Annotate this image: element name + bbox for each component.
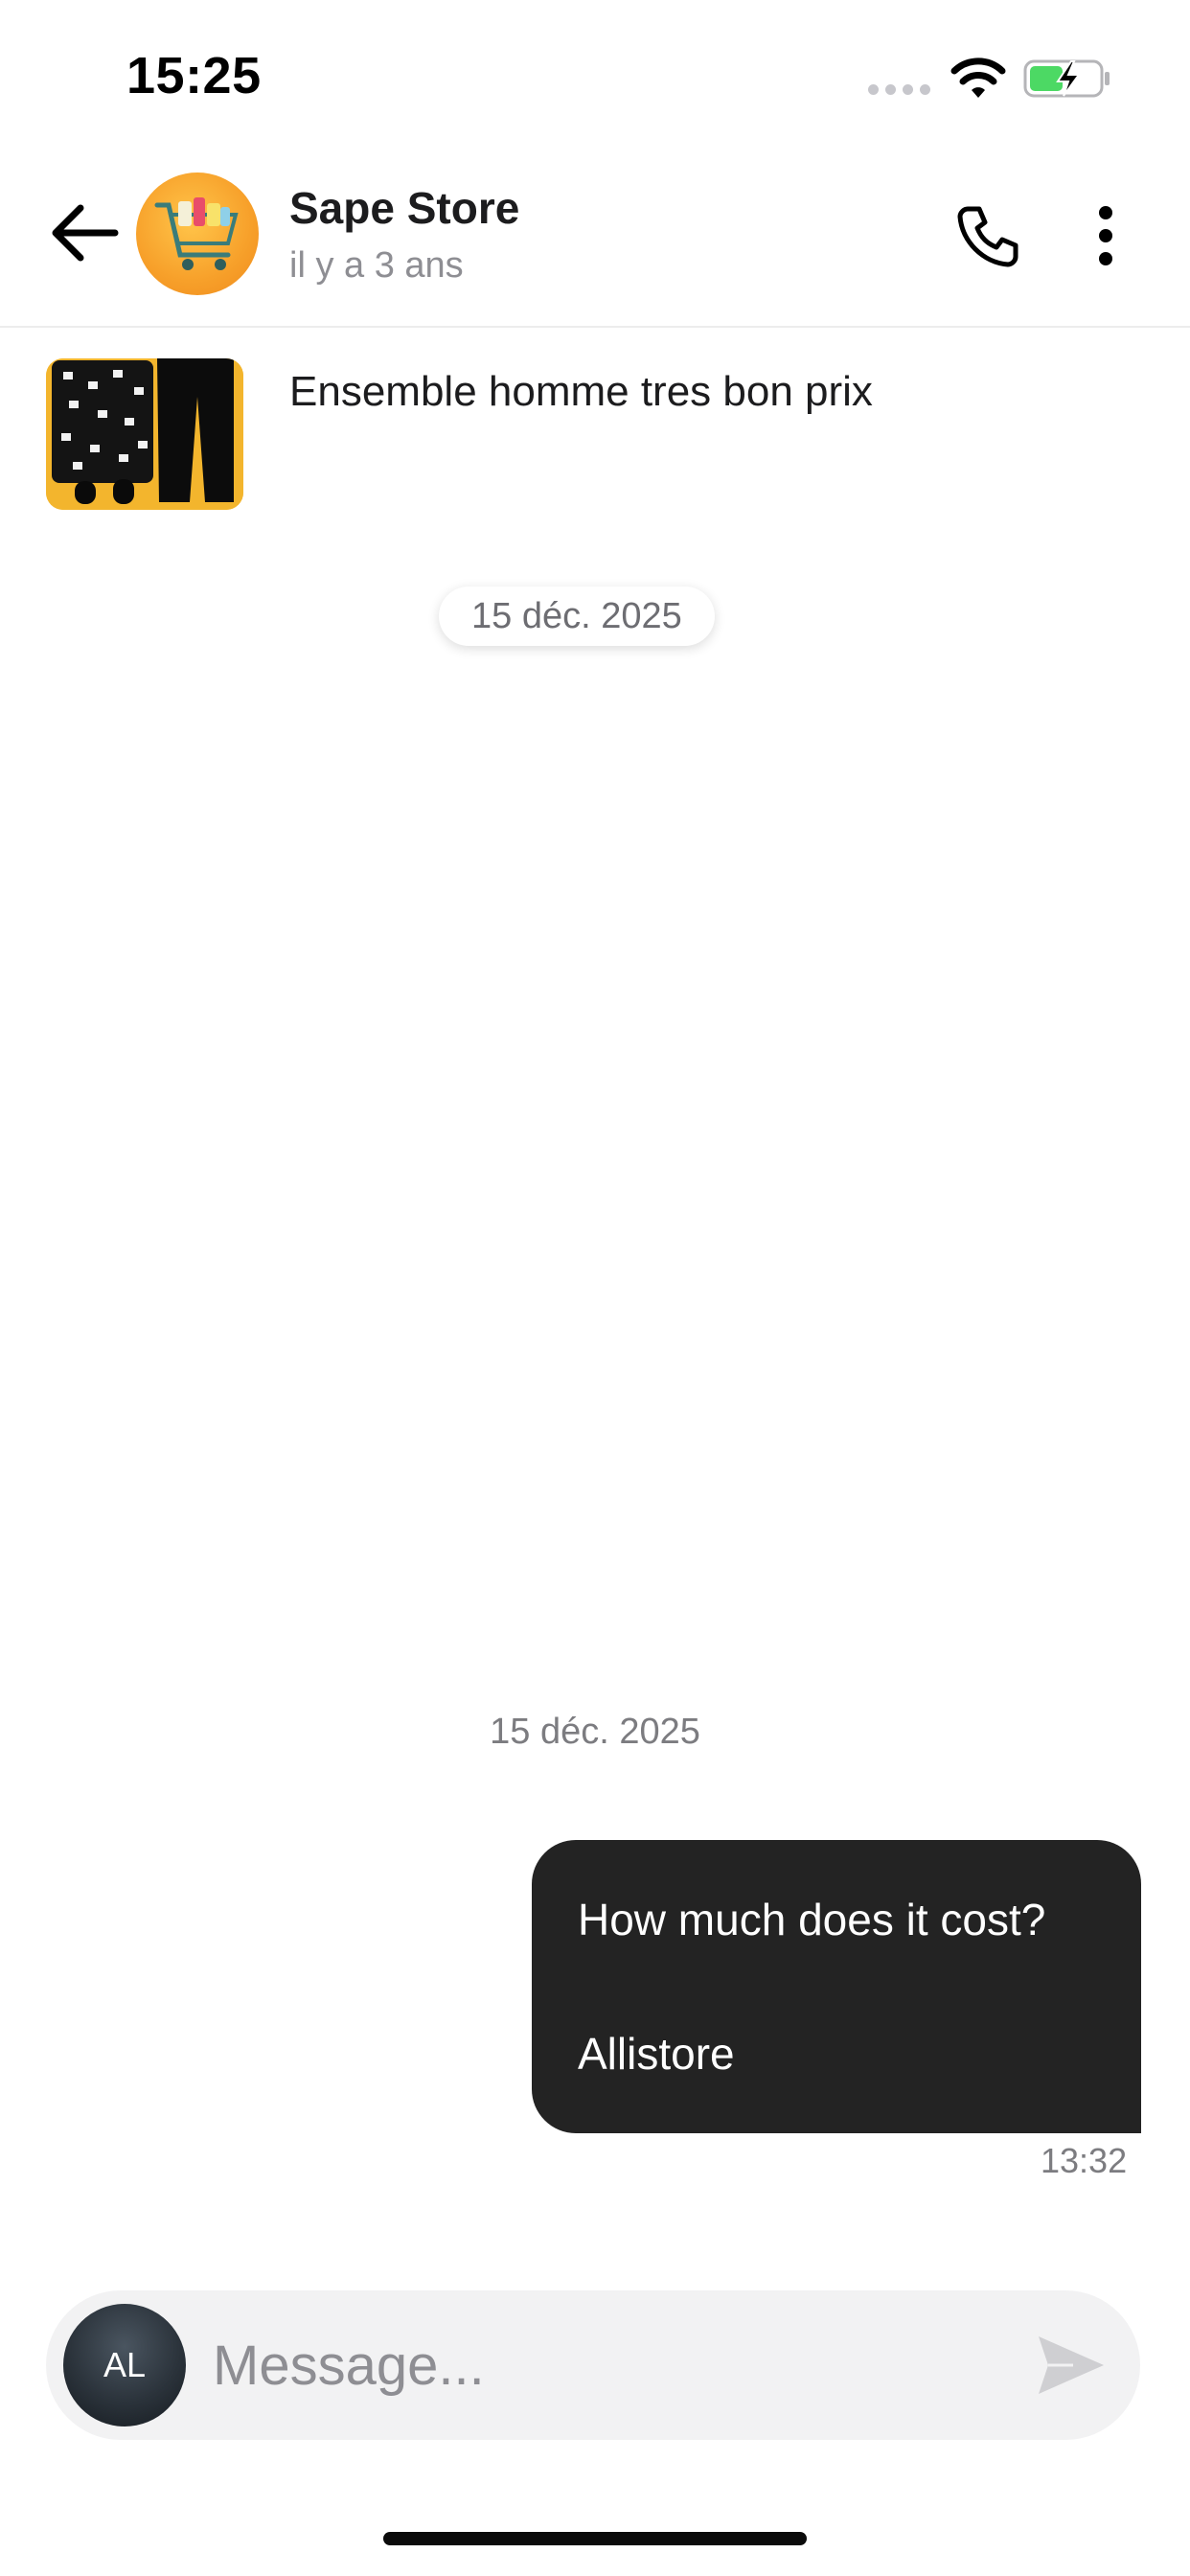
- store-avatar[interactable]: [136, 172, 259, 295]
- home-indicator: [383, 2532, 807, 2545]
- message-input[interactable]: [213, 2315, 998, 2415]
- header-divider: [0, 326, 1190, 328]
- date-pill: 15 déc. 2025: [439, 586, 715, 646]
- date-separator: 15 déc. 2025: [490, 1712, 700, 1752]
- product-title[interactable]: Ensemble homme tres bon prix: [289, 368, 873, 416]
- user-avatar[interactable]: AL: [63, 2304, 186, 2426]
- signal-icon: [868, 84, 931, 96]
- send-icon[interactable]: [1035, 2331, 1108, 2400]
- message-text: Allistore: [578, 2029, 735, 2079]
- battery-icon: [1023, 59, 1110, 98]
- status-time: 15:25: [126, 47, 262, 104]
- last-seen: il y a 3 ans: [289, 245, 464, 286]
- shopping-cart-icon: [154, 197, 239, 270]
- wifi-icon: [950, 58, 1006, 98]
- more-vertical-icon[interactable]: [1092, 205, 1119, 266]
- phone-icon[interactable]: [954, 201, 1023, 270]
- product-thumbnail[interactable]: [46, 358, 243, 510]
- message-bubble[interactable]: [532, 1840, 1141, 2133]
- store-name[interactable]: Sape Store: [289, 182, 519, 234]
- message-text: How much does it cost?: [578, 1895, 1046, 1944]
- back-arrow-icon[interactable]: [48, 201, 121, 264]
- message-time: 13:32: [1041, 2141, 1128, 2180]
